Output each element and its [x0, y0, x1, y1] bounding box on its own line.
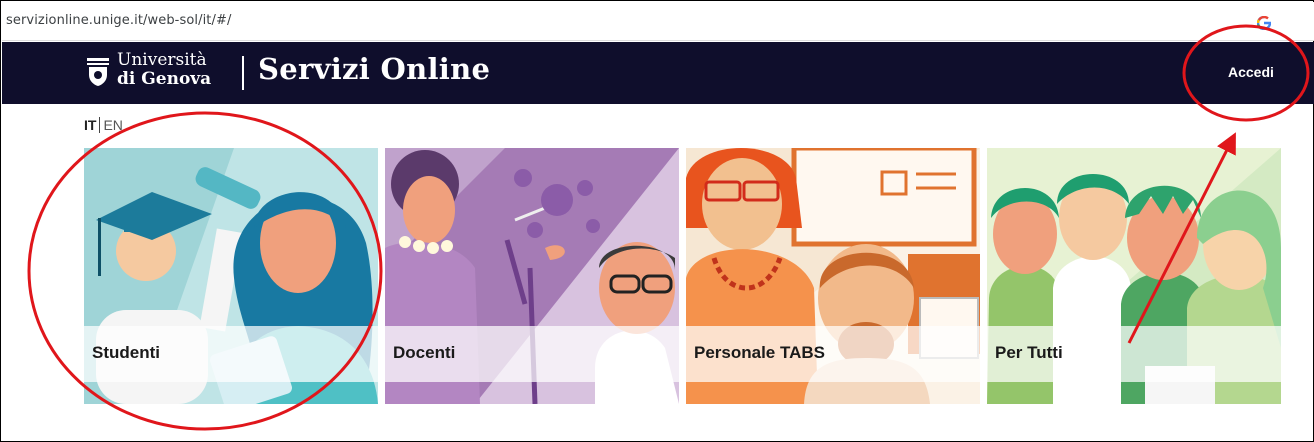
browser-address-bar[interactable]: servizionline.unige.it/web-sol/it/#/	[2, 2, 1314, 41]
google-icon[interactable]	[1257, 16, 1271, 30]
login-link[interactable]: Accedi	[1228, 64, 1274, 80]
tile-docenti-label[interactable]: Docenti	[393, 343, 455, 363]
language-en[interactable]: EN	[103, 117, 122, 133]
logo-divider	[242, 56, 244, 90]
tile-personale-tabs[interactable]: Personale TABS	[686, 148, 980, 404]
tile-per-tutti-label[interactable]: Per Tutti	[995, 343, 1063, 363]
url-text[interactable]: servizionline.unige.it/web-sol/it/#/	[6, 13, 231, 28]
language-switcher: IT EN	[84, 117, 123, 133]
logo-line-2: di Genova	[117, 69, 212, 89]
tile-studenti[interactable]: Studenti	[84, 148, 378, 404]
logo-line-1: Università	[117, 50, 207, 70]
screenshot-frame: servizionline.unige.it/web-sol/it/#/ Uni…	[0, 0, 1314, 442]
unige-crest-icon[interactable]	[86, 57, 110, 87]
tile-per-tutti[interactable]: Per Tutti	[987, 148, 1281, 404]
tile-personale-label[interactable]: Personale TABS	[694, 343, 825, 363]
language-it[interactable]: IT	[84, 117, 96, 133]
tile-studenti-label[interactable]: Studenti	[92, 343, 160, 363]
tile-docenti[interactable]: Docenti	[385, 148, 679, 404]
site-header: Università di Genova Servizi Online Acce…	[2, 42, 1314, 104]
page-title: Servizi Online	[258, 52, 491, 86]
university-logo-text[interactable]: Università di Genova	[117, 51, 211, 89]
language-separator	[99, 117, 101, 133]
